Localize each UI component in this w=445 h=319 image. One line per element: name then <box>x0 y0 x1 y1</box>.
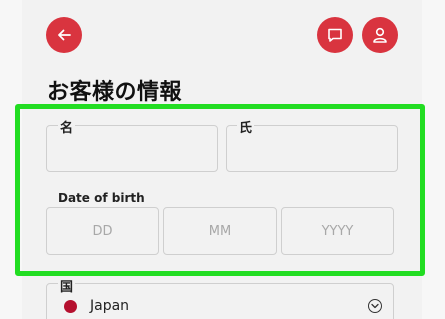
japan-flag-icon <box>64 300 77 313</box>
chat-bubble-icon <box>328 28 342 42</box>
chat-button[interactable] <box>317 17 353 53</box>
page-title: お客様の情報 <box>47 80 183 105</box>
account-button[interactable] <box>362 17 398 53</box>
country-select[interactable]: Japan <box>46 283 394 319</box>
country-selected-value: Japan <box>90 298 130 314</box>
page: お客様の情報 名 氏 Date of birth DD MM YYYY Japa… <box>0 0 445 319</box>
chevron-down-icon <box>368 299 382 313</box>
highlight-box <box>15 104 425 276</box>
country-label: 国 <box>58 276 76 295</box>
right-gutter <box>422 0 445 319</box>
back-button[interactable] <box>46 17 82 53</box>
user-icon <box>373 27 387 43</box>
arrow-left-icon <box>58 29 71 41</box>
